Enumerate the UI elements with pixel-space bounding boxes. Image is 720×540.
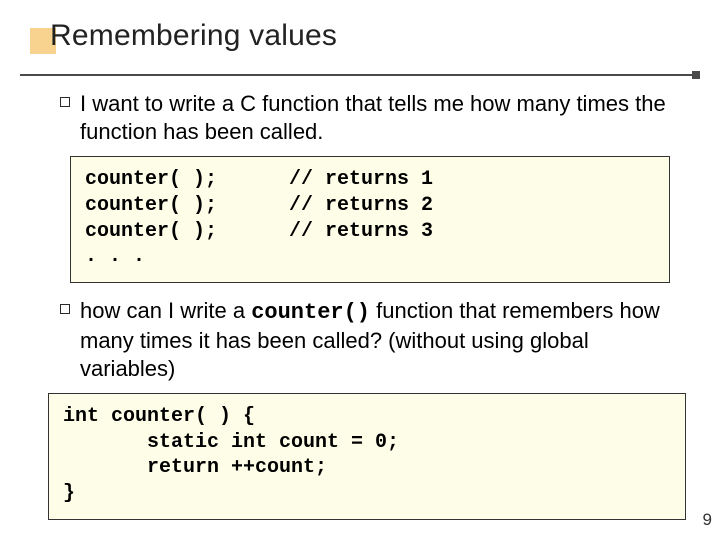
- code-block-definition: int counter( ) { static int count = 0; r…: [48, 393, 686, 519]
- slide: Remembering values I want to write a C f…: [0, 0, 720, 540]
- bullet-2-text: how can I write a counter() function tha…: [80, 297, 680, 383]
- square-bullet-icon: [60, 97, 70, 107]
- bullet-1-text: I want to write a C function that tells …: [80, 90, 680, 146]
- code-block-calls: counter( ); // returns 1 counter( ); // …: [70, 156, 670, 282]
- title-area: Remembering values: [50, 18, 690, 72]
- bullet-2-inline-code: counter(): [251, 300, 370, 325]
- slide-title: Remembering values: [50, 18, 690, 54]
- page-number: 9: [703, 510, 712, 530]
- title-underline: [20, 74, 700, 76]
- slide-body: I want to write a C function that tells …: [60, 90, 680, 534]
- bullet-item-2: how can I write a counter() function tha…: [60, 297, 680, 383]
- bullet-2-pre: how can I write a: [80, 298, 251, 323]
- square-bullet-icon: [60, 304, 70, 314]
- bullet-item-1: I want to write a C function that tells …: [60, 90, 680, 146]
